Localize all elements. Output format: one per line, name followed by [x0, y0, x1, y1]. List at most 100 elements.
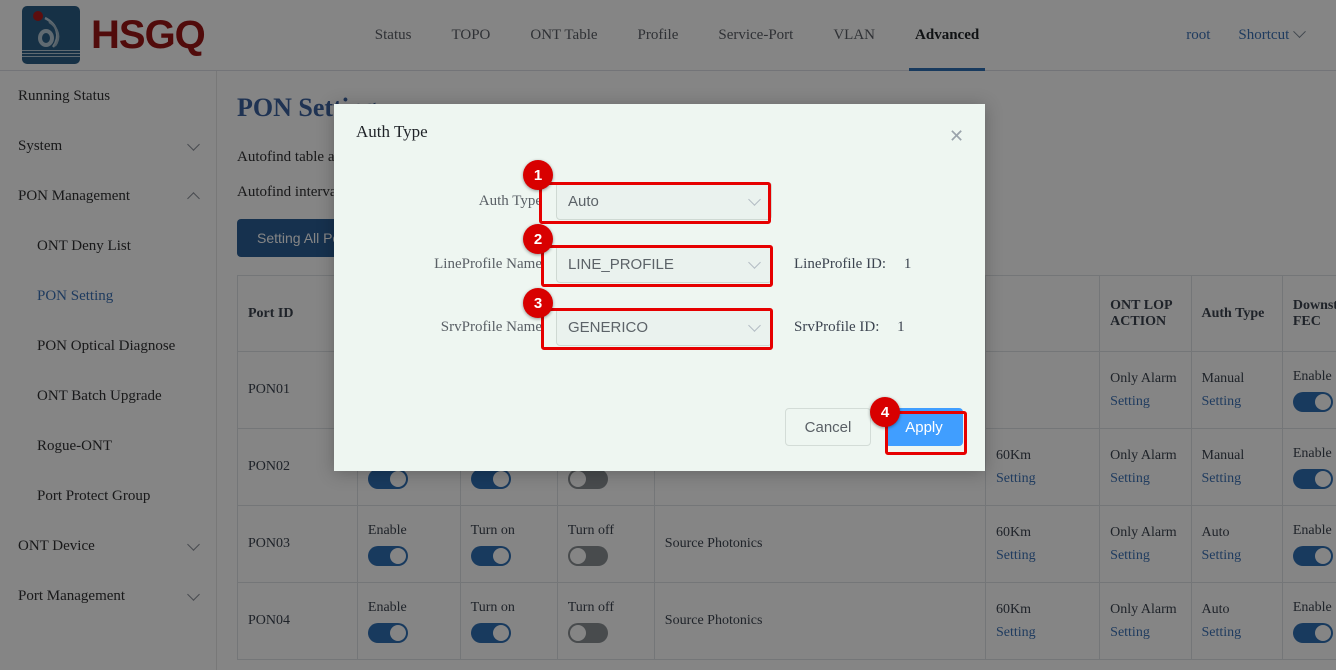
th-col6[interactable] [985, 276, 1099, 352]
brand-logo[interactable]: HSGQ [0, 6, 205, 64]
nav-item-service-port[interactable]: Service-Port [698, 0, 813, 71]
sidebar-item-port-management[interactable]: Port Management [0, 571, 216, 621]
distance-setting-link[interactable]: Setting [996, 625, 1089, 641]
chevron-down-icon [748, 193, 761, 206]
sidebar-item-ont-batch-upgrade[interactable]: ONT Batch Upgrade [0, 371, 216, 421]
auth-value: Manual [1202, 448, 1272, 464]
cell-lop: Only Alarm Setting [1100, 352, 1191, 429]
auth-type-value: Auto [568, 193, 599, 210]
cell-distance: 60Km Setting [985, 506, 1099, 583]
sidebar-item-ont-deny-list[interactable]: ONT Deny List [0, 221, 216, 271]
enable-toggle[interactable] [368, 623, 408, 643]
sidebar-item-running-status[interactable]: Running Status [0, 71, 216, 121]
th-ont-lop-action[interactable]: ONT LOP ACTION [1100, 276, 1191, 352]
lop-setting-link[interactable]: Setting [1110, 625, 1180, 641]
table-row[interactable]: PON04 Enable Turn on [238, 583, 1336, 660]
auth-setting-link[interactable]: Setting [1202, 548, 1272, 564]
chevron-up-icon [187, 192, 200, 205]
cell-optical: Source Photonics [654, 506, 985, 583]
chevron-down-icon [748, 319, 761, 332]
sidebar-item-pon-management[interactable]: PON Management [0, 171, 216, 221]
cell-optical: Source Photonics [654, 583, 985, 660]
fec-toggle[interactable] [1293, 546, 1333, 566]
fec-label: Enable [1293, 600, 1336, 616]
cell-lop: Only Alarm Setting [1100, 583, 1191, 660]
sidebar-item-ont-device[interactable]: ONT Device [0, 521, 216, 571]
th-auth-type[interactable]: Auth Type [1191, 276, 1282, 352]
nav-item-profile[interactable]: Profile [618, 0, 699, 71]
sidebar-item-label: System [18, 138, 62, 155]
cell-turn-on: Turn on [460, 583, 557, 660]
lop-value: Only Alarm [1110, 448, 1180, 464]
fec-toggle[interactable] [1293, 392, 1333, 412]
turn-off-label: Turn off [568, 523, 644, 539]
cancel-button[interactable]: Cancel [785, 408, 871, 446]
srvprofile-name-select[interactable]: GENERICO [556, 308, 772, 346]
close-icon[interactable]: ✕ [949, 127, 967, 145]
sidebar-item-label: PON Management [18, 188, 130, 205]
cell-distance [985, 352, 1099, 429]
dialog-header: Auth Type [334, 104, 985, 160]
annotation-marker-4: 4 [870, 397, 900, 427]
turn-off-toggle[interactable] [568, 623, 608, 643]
fec-toggle[interactable] [1293, 623, 1333, 643]
sidebar-item-port-protect-group[interactable]: Port Protect Group [0, 471, 216, 521]
turn-off-label: Turn off [568, 600, 644, 616]
nav-item-ont-table[interactable]: ONT Table [510, 0, 617, 71]
cell-fec: Enable [1282, 506, 1336, 583]
cell-fec: Enable [1282, 429, 1336, 506]
chevron-down-icon [748, 256, 761, 269]
sidebar-item-system[interactable]: System [0, 121, 216, 171]
sidebar-item-rogue-ont[interactable]: Rogue-ONT [0, 421, 216, 471]
lop-setting-link[interactable]: Setting [1110, 548, 1180, 564]
hsgq-logo-icon [22, 6, 80, 64]
field-row-lineprofile-name: LineProfile Name LINE_PROFILE LineProfil… [334, 245, 985, 283]
turn-off-toggle[interactable] [568, 469, 608, 489]
auth-setting-link[interactable]: Setting [1202, 471, 1272, 487]
cell-lop: Only Alarm Setting [1100, 429, 1191, 506]
turn-on-toggle[interactable] [471, 546, 511, 566]
auth-setting-link[interactable]: Setting [1202, 394, 1272, 410]
distance-setting-link[interactable]: Setting [996, 471, 1089, 487]
lop-value: Only Alarm [1110, 371, 1180, 387]
enable-label: Enable [368, 523, 450, 539]
turn-off-toggle[interactable] [568, 546, 608, 566]
app-header: HSGQ Status TOPO ONT Table Profile Servi… [0, 0, 1336, 71]
distance-value: 60Km [996, 448, 1089, 464]
nav-item-advanced[interactable]: Advanced [895, 0, 999, 71]
sidebar-item-label: Port Management [18, 588, 125, 605]
cell-turn-on: Turn on [460, 506, 557, 583]
auth-type-select[interactable]: Auto [556, 182, 772, 220]
enable-toggle[interactable] [368, 546, 408, 566]
dialog-title: Auth Type [356, 122, 428, 142]
cell-distance: 60Km Setting [985, 583, 1099, 660]
lop-value: Only Alarm [1110, 525, 1180, 541]
cell-fec: Enable [1282, 352, 1336, 429]
auth-setting-link[interactable]: Setting [1202, 625, 1272, 641]
lineprofile-id-label: LineProfile ID: [794, 256, 886, 272]
shortcut-menu[interactable]: Shortcut [1224, 27, 1318, 44]
cell-auth: Manual Setting [1191, 352, 1282, 429]
th-downstream-fec[interactable]: Downstream FEC [1282, 276, 1336, 352]
sidebar-item-pon-setting[interactable]: PON Setting [0, 271, 216, 321]
table-row[interactable]: PON03 Enable Turn on [238, 506, 1336, 583]
nav-item-vlan[interactable]: VLAN [813, 0, 895, 71]
enable-toggle[interactable] [368, 469, 408, 489]
sidebar-item-pon-optical-diagnose[interactable]: PON Optical Diagnose [0, 321, 216, 371]
distance-setting-link[interactable]: Setting [996, 548, 1089, 564]
lop-setting-link[interactable]: Setting [1110, 394, 1180, 410]
fec-toggle[interactable] [1293, 469, 1333, 489]
turn-on-toggle[interactable] [471, 623, 511, 643]
cell-fec: Enable [1282, 583, 1336, 660]
nav-item-topo[interactable]: TOPO [431, 0, 510, 71]
user-menu-root[interactable]: root [1172, 27, 1224, 44]
sidebar-item-label: ONT Device [18, 538, 95, 555]
annotation-marker-3: 3 [523, 288, 553, 318]
lop-setting-link[interactable]: Setting [1110, 471, 1180, 487]
turn-on-toggle[interactable] [471, 469, 511, 489]
srvprofile-id-value: 1 [897, 319, 905, 335]
lineprofile-name-select[interactable]: LINE_PROFILE [556, 245, 772, 283]
nav-item-status[interactable]: Status [355, 0, 432, 71]
dialog-body: Auth Type Auto LineProfile Name LINE_PRO… [334, 160, 985, 346]
cell-enable: Enable [357, 506, 460, 583]
